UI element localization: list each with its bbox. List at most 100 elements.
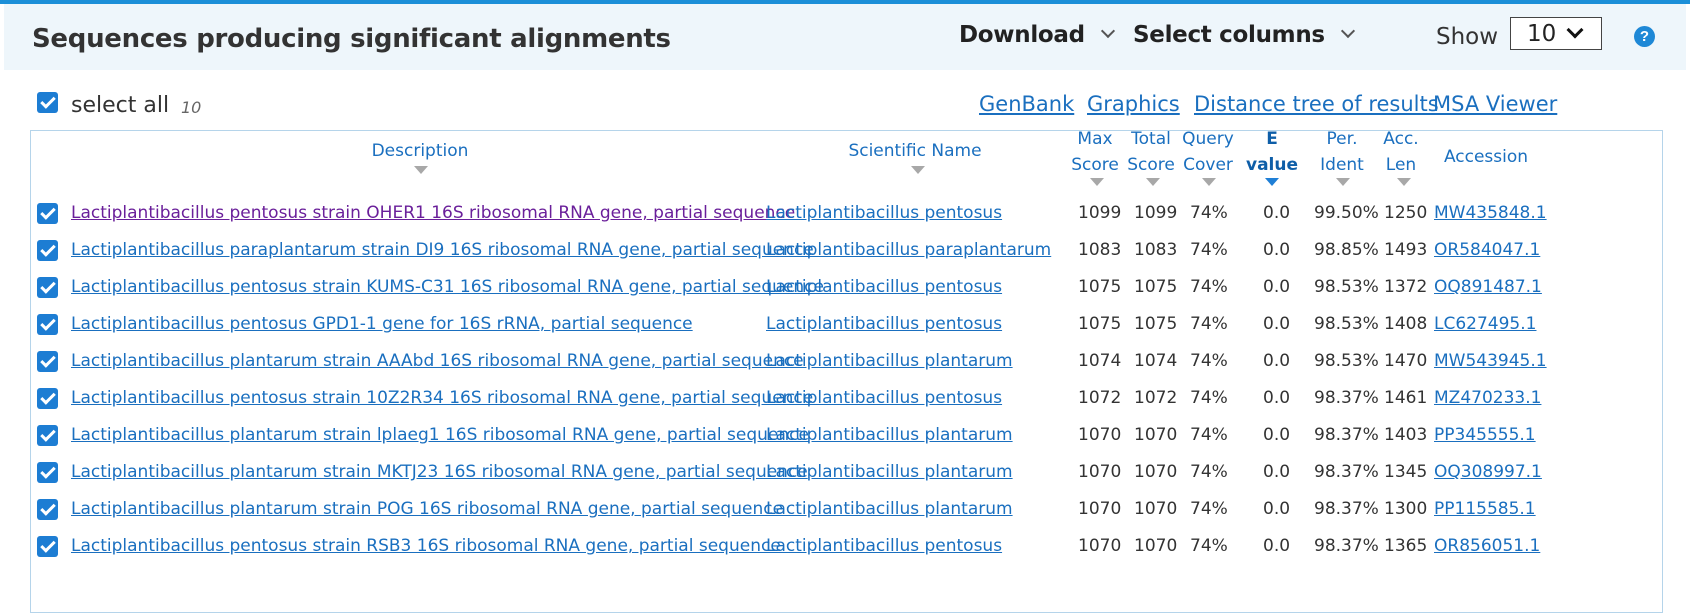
max-score: 1070 xyxy=(1078,425,1122,445)
acc-len: 1470 xyxy=(1384,351,1428,371)
sort-arrow-active-icon[interactable] xyxy=(1265,178,1279,186)
accession-link[interactable]: PP115585.1 xyxy=(1434,499,1536,519)
table-row: Lactiplantibacillus pentosus strain OHER… xyxy=(0,194,1690,232)
accession-link[interactable]: LC627495.1 xyxy=(1434,314,1536,334)
description-link[interactable]: Lactiplantibacillus paraplantarum strain… xyxy=(71,240,814,260)
max-score: 1070 xyxy=(1078,462,1122,482)
table-row: Lactiplantibacillus plantarum strain POG… xyxy=(0,490,1690,528)
table-row: Lactiplantibacillus pentosus strain KUMS… xyxy=(0,268,1690,306)
row-checkbox[interactable] xyxy=(37,314,58,335)
description-link[interactable]: Lactiplantibacillus plantarum strain lpl… xyxy=(71,425,809,445)
row-checkbox[interactable] xyxy=(37,277,58,298)
row-checkbox[interactable] xyxy=(37,462,58,483)
column-header-label: Cover xyxy=(1183,155,1233,175)
column-header-per-ident[interactable]: Per. Ident xyxy=(1310,126,1374,178)
column-header-accession[interactable]: Accession xyxy=(1436,144,1536,170)
description-link[interactable]: Lactiplantibacillus pentosus strain RSB3… xyxy=(71,536,781,556)
column-header-total-score[interactable]: Total Score xyxy=(1122,126,1180,178)
per-ident: 98.37% xyxy=(1314,536,1379,556)
chevron-down-icon xyxy=(1566,21,1584,39)
acc-len: 1493 xyxy=(1384,240,1428,260)
graphics-link[interactable]: Graphics xyxy=(1087,92,1180,116)
total-score: 1070 xyxy=(1134,425,1178,445)
column-header-label: E xyxy=(1266,129,1278,149)
scientific-name-link[interactable]: Lactiplantibacillus plantarum xyxy=(766,351,1013,371)
row-checkbox[interactable] xyxy=(37,499,58,520)
accession-link[interactable]: OQ891487.1 xyxy=(1434,277,1542,297)
description-link[interactable]: Lactiplantibacillus plantarum strain MKT… xyxy=(71,462,808,482)
query-cover: 74% xyxy=(1190,388,1228,408)
column-header-e-value[interactable]: E value xyxy=(1240,126,1304,178)
show-count-select[interactable]: 10 xyxy=(1510,17,1602,50)
sort-arrow-icon[interactable] xyxy=(1397,178,1411,186)
select-columns-dropdown[interactable]: Select columns xyxy=(1133,22,1355,48)
scientific-name-link[interactable]: Lactiplantibacillus pentosus xyxy=(766,277,1002,297)
acc-len: 1345 xyxy=(1384,462,1428,482)
total-score: 1074 xyxy=(1134,351,1178,371)
scientific-name-link[interactable]: Lactiplantibacillus pentosus xyxy=(766,536,1002,556)
msa-viewer-link[interactable]: MSA Viewer xyxy=(1433,92,1557,116)
e-value: 0.0 xyxy=(1263,277,1291,297)
per-ident: 98.53% xyxy=(1314,277,1379,297)
acc-len: 1461 xyxy=(1384,388,1428,408)
column-header-label: Accession xyxy=(1443,147,1529,167)
acc-len: 1300 xyxy=(1384,499,1428,519)
select-all-checkbox[interactable] xyxy=(37,92,58,113)
accession-link[interactable]: MZ470233.1 xyxy=(1434,388,1541,408)
description-link[interactable]: Lactiplantibacillus pentosus strain OHER… xyxy=(71,203,795,223)
per-ident: 98.53% xyxy=(1314,314,1379,334)
max-score: 1072 xyxy=(1078,388,1122,408)
scientific-name-link[interactable]: Lactiplantibacillus pentosus xyxy=(766,203,1002,223)
scientific-name-link[interactable]: Lactiplantibacillus pentosus xyxy=(766,388,1002,408)
column-header-label: Total xyxy=(1131,129,1171,149)
sort-arrow-icon[interactable] xyxy=(1336,178,1350,186)
row-checkbox[interactable] xyxy=(37,240,58,261)
show-count-value: 10 xyxy=(1527,21,1557,47)
column-header-description[interactable]: Description xyxy=(300,138,540,164)
accession-link[interactable]: OR584047.1 xyxy=(1434,240,1540,260)
accession-link[interactable]: MW543945.1 xyxy=(1434,351,1547,371)
column-header-query-cover[interactable]: Query Cover xyxy=(1176,126,1240,178)
row-checkbox[interactable] xyxy=(37,351,58,372)
e-value: 0.0 xyxy=(1263,462,1291,482)
download-dropdown[interactable]: Download xyxy=(959,22,1115,48)
sort-arrow-icon[interactable] xyxy=(1090,178,1104,186)
column-header-label: Scientific Name xyxy=(848,141,982,161)
description-link[interactable]: Lactiplantibacillus pentosus GPD1-1 gene… xyxy=(71,314,693,334)
column-header-acc-len[interactable]: Acc. Len xyxy=(1372,126,1430,178)
description-link[interactable]: Lactiplantibacillus plantarum strain AAA… xyxy=(71,351,804,371)
scientific-name-link[interactable]: Lactiplantibacillus paraplantarum xyxy=(766,240,1051,260)
scientific-name-link[interactable]: Lactiplantibacillus plantarum xyxy=(766,425,1013,445)
scientific-name-link[interactable]: Lactiplantibacillus plantarum xyxy=(766,499,1013,519)
max-score: 1074 xyxy=(1078,351,1122,371)
acc-len: 1365 xyxy=(1384,536,1428,556)
row-checkbox[interactable] xyxy=(37,536,58,557)
description-link[interactable]: Lactiplantibacillus pentosus strain 10Z2… xyxy=(71,388,813,408)
description-link[interactable]: Lactiplantibacillus plantarum strain POG… xyxy=(71,499,783,519)
acc-len: 1408 xyxy=(1384,314,1428,334)
sort-arrow-icon[interactable] xyxy=(1202,178,1216,186)
sort-arrow-icon[interactable] xyxy=(911,166,925,174)
row-checkbox[interactable] xyxy=(37,203,58,224)
query-cover: 74% xyxy=(1190,277,1228,297)
accession-link[interactable]: OR856051.1 xyxy=(1434,536,1540,556)
genbank-link[interactable]: GenBank xyxy=(979,92,1074,116)
download-label: Download xyxy=(959,22,1085,48)
row-checkbox[interactable] xyxy=(37,388,58,409)
sort-arrow-icon[interactable] xyxy=(414,166,428,174)
row-checkbox[interactable] xyxy=(37,425,58,446)
e-value: 0.0 xyxy=(1263,351,1291,371)
accession-link[interactable]: OQ308997.1 xyxy=(1434,462,1542,482)
scientific-name-link[interactable]: Lactiplantibacillus plantarum xyxy=(766,462,1013,482)
e-value: 0.0 xyxy=(1263,314,1291,334)
accession-link[interactable]: MW435848.1 xyxy=(1434,203,1547,223)
column-header-max-score[interactable]: Max Score xyxy=(1066,126,1124,178)
query-cover: 74% xyxy=(1190,351,1228,371)
accession-link[interactable]: PP345555.1 xyxy=(1434,425,1536,445)
scientific-name-link[interactable]: Lactiplantibacillus pentosus xyxy=(766,314,1002,334)
description-link[interactable]: Lactiplantibacillus pentosus strain KUMS… xyxy=(71,277,824,297)
help-icon[interactable]: ? xyxy=(1634,26,1655,47)
sort-arrow-icon[interactable] xyxy=(1146,178,1160,186)
distance-tree-link[interactable]: Distance tree of results xyxy=(1194,92,1439,116)
column-header-scientific-name[interactable]: Scientific Name xyxy=(780,138,1050,164)
